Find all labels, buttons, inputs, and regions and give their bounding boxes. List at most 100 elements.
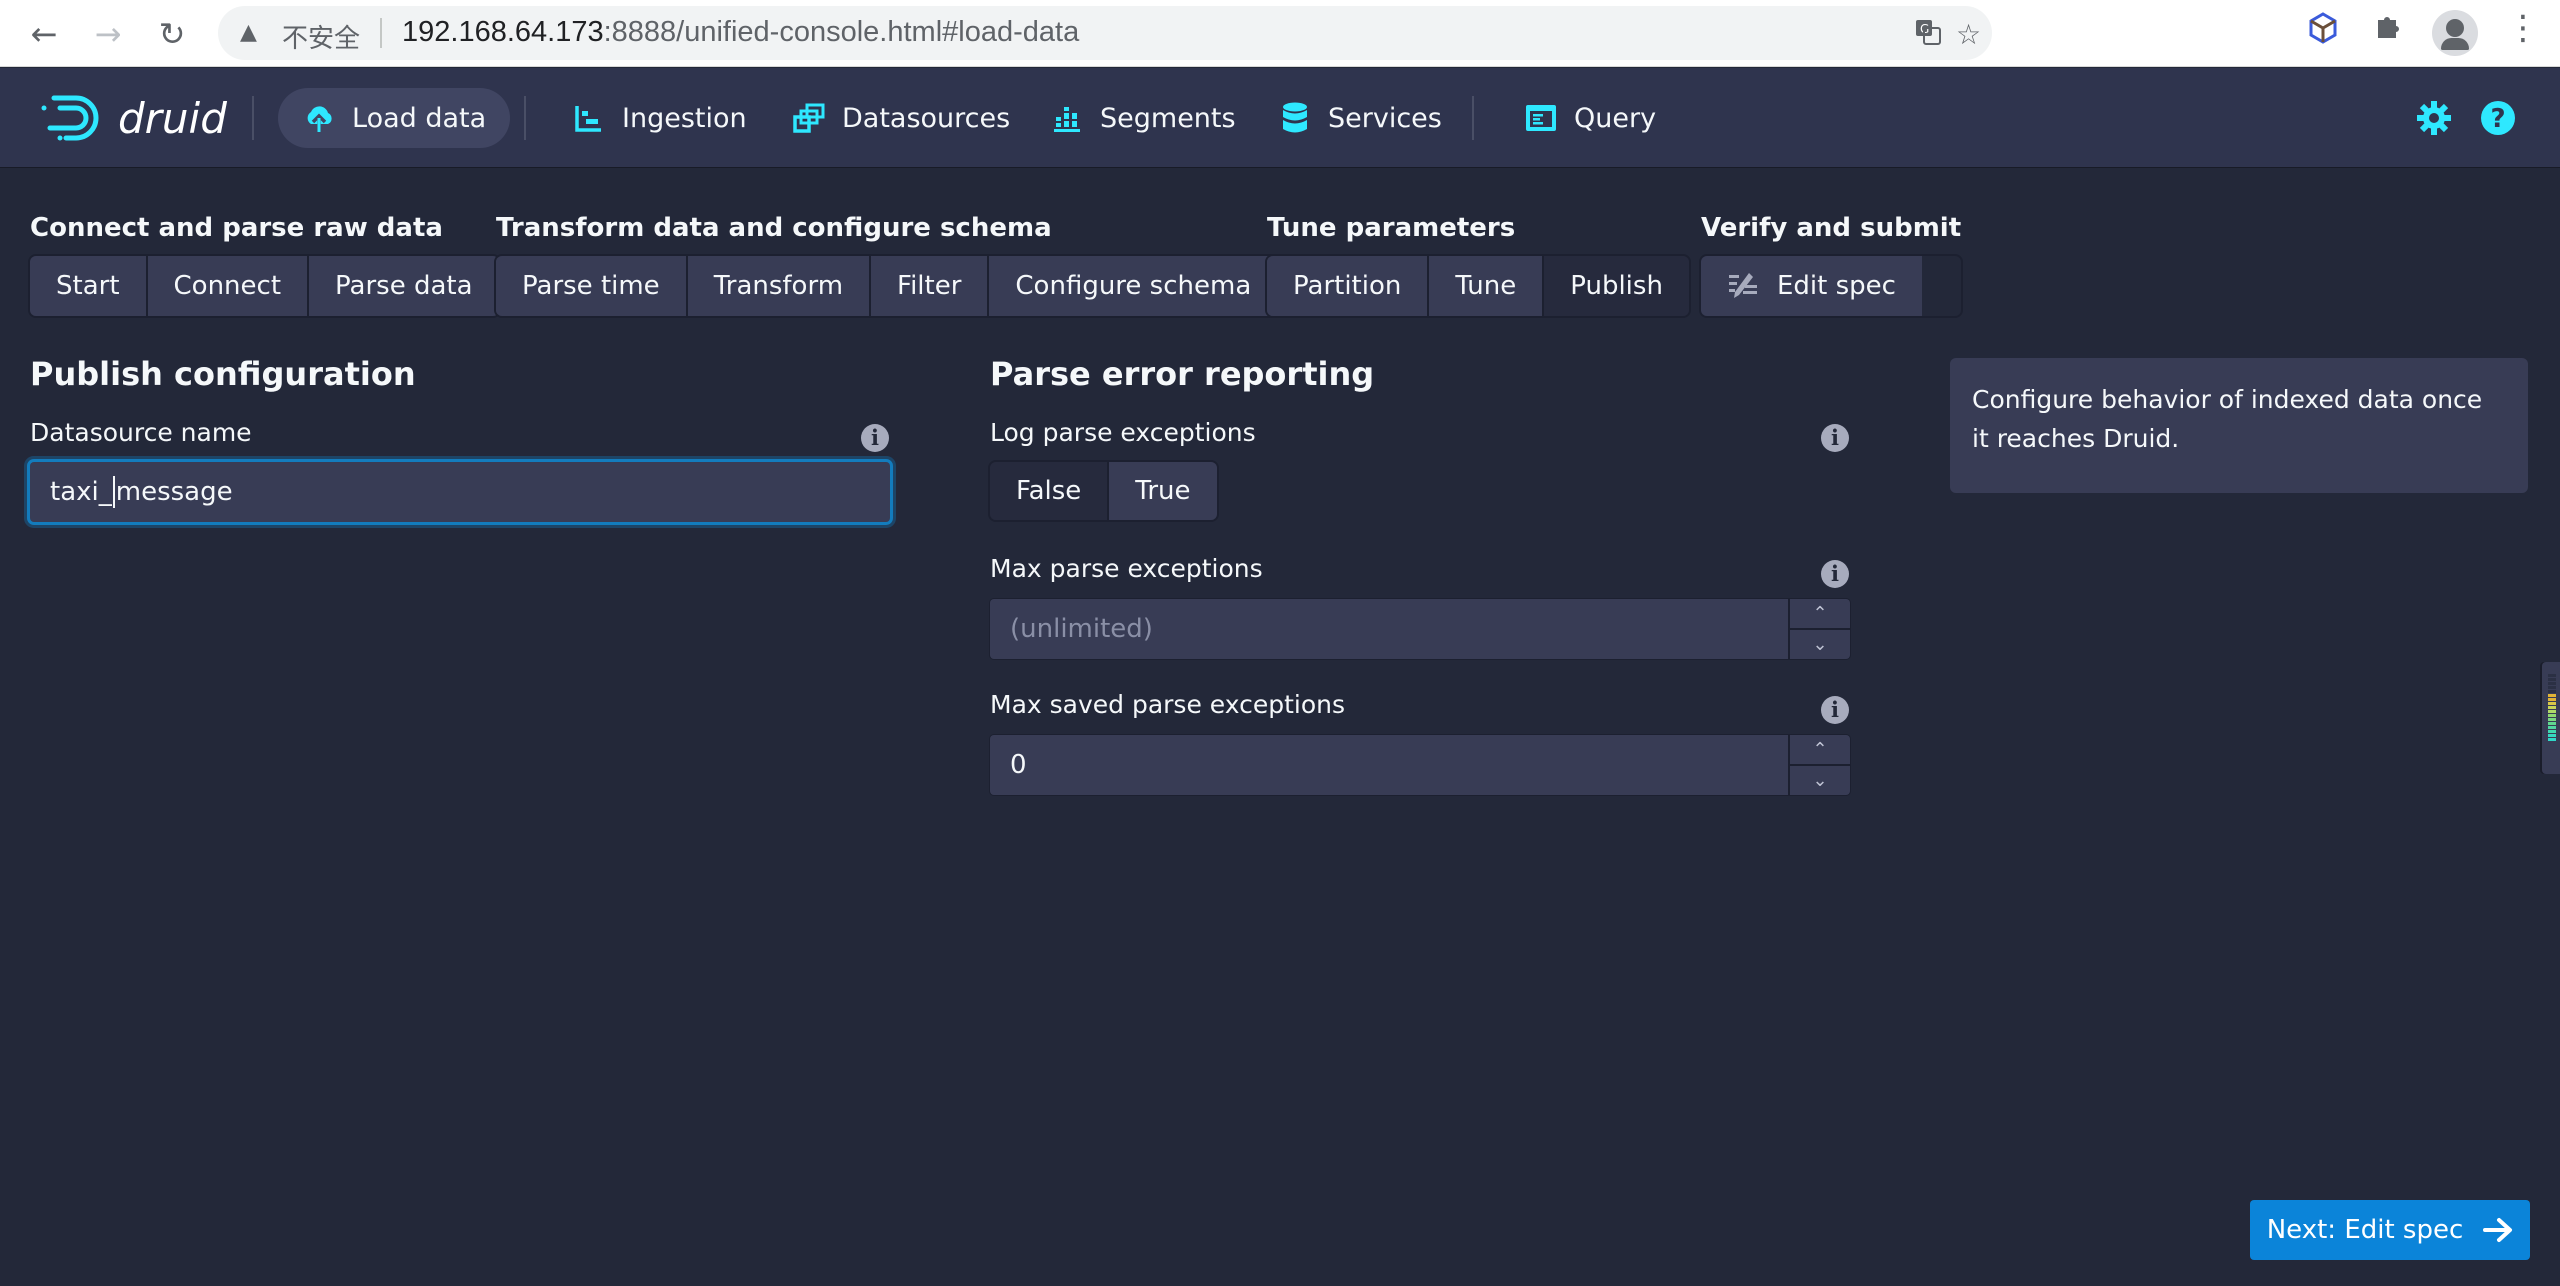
- bookmark-star-icon[interactable]: ☆: [1956, 18, 1981, 51]
- nav-ingestion[interactable]: Ingestion: [548, 88, 771, 148]
- svg-text:?: ?: [2490, 104, 2505, 134]
- step-group-verify: Verify and submit Edit spec: [1701, 210, 1961, 316]
- max-saved-parse-exceptions-field[interactable]: 0: [990, 735, 1788, 795]
- step-group-title: Connect and parse raw data: [30, 213, 443, 243]
- nav-datasources[interactable]: Datasources: [768, 88, 1034, 148]
- nav-label: Load data: [352, 102, 487, 134]
- log-parse-exceptions-label: Log parse exceptions: [990, 418, 1256, 447]
- nav-label: Segments: [1100, 102, 1236, 134]
- step-partition[interactable]: Partition: [1267, 256, 1430, 316]
- info-icon[interactable]: i: [861, 424, 889, 452]
- browser-menu-icon[interactable]: ⋮: [2506, 8, 2540, 48]
- number-stepper: ⌃ ⌄: [1788, 599, 1850, 659]
- forward-icon[interactable]: →: [88, 14, 128, 54]
- step-edit-spec[interactable]: Edit spec: [1701, 256, 1922, 316]
- top-navigation: druid Load data Ingestion Datasources Se…: [0, 68, 2560, 167]
- increment-chevron-up-icon[interactable]: ⌃: [1790, 599, 1850, 630]
- text-caret: [112, 476, 115, 508]
- datasource-name-value-suffix: message: [115, 477, 233, 507]
- step-group-tune: Tune parameters Partition Tune Publish: [1267, 210, 1689, 316]
- warning-icon[interactable]: ▲: [240, 20, 257, 45]
- reload-icon[interactable]: ↻: [152, 14, 192, 54]
- max-parse-exceptions-label: Max parse exceptions: [990, 554, 1263, 583]
- step-group-connect: Connect and parse raw data Start Connect…: [30, 210, 499, 316]
- decrement-chevron-down-icon[interactable]: ⌄: [1790, 630, 1850, 659]
- nav-label: Datasources: [842, 102, 1011, 134]
- edit-spec-icon: [1727, 271, 1759, 301]
- nav-label: Query: [1574, 102, 1657, 134]
- increment-chevron-up-icon[interactable]: ⌃: [1790, 735, 1850, 766]
- max-saved-parse-exceptions-input: 0 ⌃ ⌄: [990, 735, 1850, 795]
- info-icon[interactable]: i: [1821, 696, 1849, 724]
- max-parse-exceptions-field[interactable]: (unlimited): [990, 599, 1788, 659]
- datasource-name-label: Datasource name: [30, 418, 252, 447]
- step-parse-time[interactable]: Parse time: [496, 256, 688, 316]
- profile-avatar-icon[interactable]: [2432, 10, 2478, 56]
- step-connect[interactable]: Connect: [147, 256, 310, 316]
- step-group-transform: Transform data and configure schema Pars…: [496, 210, 1278, 316]
- back-icon[interactable]: ←: [24, 14, 64, 54]
- datasource-name-value-prefix: taxi_: [50, 477, 112, 507]
- publish-configuration-title: Publish configuration: [30, 355, 416, 393]
- parse-error-reporting-title: Parse error reporting: [990, 355, 1375, 393]
- druid-logo-text: druid: [118, 93, 227, 143]
- log-parse-true-button[interactable]: True: [1109, 462, 1217, 520]
- security-label[interactable]: 不安全: [282, 18, 360, 55]
- step-transform[interactable]: Transform: [687, 256, 872, 316]
- nav-load-data[interactable]: Load data: [278, 88, 511, 148]
- step-label: Edit spec: [1777, 271, 1896, 301]
- arrow-right-icon: [2483, 1217, 2513, 1243]
- druid-logo[interactable]: druid: [40, 92, 227, 144]
- log-parse-false-button[interactable]: False: [990, 462, 1110, 520]
- step-buttons: Parse time Transform Filter Configure sc…: [496, 256, 1278, 316]
- nav-services[interactable]: Services: [1254, 88, 1466, 148]
- nav-divider: [1472, 96, 1474, 140]
- step-start[interactable]: Start: [30, 256, 148, 316]
- next-button-label: Next: Edit spec: [2266, 1215, 2464, 1245]
- browser-toolbar: ← → ↻ ▲ 不安全 192.168.64.173:8888/unified-…: [0, 0, 2560, 67]
- info-icon[interactable]: i: [1821, 560, 1849, 588]
- step-buttons: Start Connect Parse data: [30, 256, 499, 316]
- cloud-upload-icon: [302, 101, 336, 135]
- step-buttons: Partition Tune Publish: [1267, 256, 1689, 316]
- nav-label: Ingestion: [622, 102, 747, 134]
- datasource-name-input[interactable]: taxi_ message: [30, 462, 890, 522]
- address-divider: [380, 18, 382, 48]
- step-group-title: Tune parameters: [1267, 213, 1516, 243]
- nav-label: Services: [1328, 102, 1442, 134]
- translate-icon[interactable]: G: [1914, 18, 1942, 53]
- url-host: 192.168.64.173: [402, 16, 604, 48]
- step-tune[interactable]: Tune: [1429, 256, 1545, 316]
- nav-segments[interactable]: Segments: [1026, 88, 1260, 148]
- info-panel-text: Configure behavior of indexed data once …: [1972, 385, 2483, 453]
- step-configure-schema[interactable]: Configure schema: [989, 256, 1278, 316]
- druid-logo-icon: [41, 95, 99, 141]
- decrement-chevron-down-icon[interactable]: ⌄: [1790, 766, 1850, 795]
- nav-divider: [524, 96, 526, 140]
- url-path: :8888/unified-console.html#load-data: [603, 16, 1080, 48]
- application-icon: [1524, 101, 1558, 135]
- max-saved-parse-exceptions-label: Max saved parse exceptions: [990, 690, 1345, 719]
- database-icon: [1278, 101, 1312, 135]
- log-parse-exceptions-toggle: False True: [990, 462, 1217, 520]
- step-filter[interactable]: Filter: [871, 256, 990, 316]
- gantt-chart-icon: [572, 101, 606, 135]
- number-stepper: ⌃ ⌄: [1788, 735, 1850, 795]
- nav-query[interactable]: Query: [1500, 88, 1680, 148]
- nav-divider: [252, 96, 254, 140]
- multi-select-icon: [792, 101, 826, 135]
- side-level-meter-widget[interactable]: [2542, 662, 2560, 774]
- help-icon[interactable]: ?: [2480, 100, 2516, 136]
- step-group-title: Verify and submit: [1701, 213, 1962, 243]
- step-parse-data[interactable]: Parse data: [309, 256, 499, 316]
- info-icon[interactable]: i: [1821, 424, 1849, 452]
- max-parse-exceptions-input: (unlimited) ⌃ ⌄: [990, 599, 1850, 659]
- url-text[interactable]: 192.168.64.173:8888/unified-console.html…: [402, 16, 1079, 49]
- gear-icon[interactable]: [2416, 100, 2452, 136]
- step-publish[interactable]: Publish: [1544, 256, 1689, 316]
- next-edit-spec-button[interactable]: Next: Edit spec: [2250, 1200, 2530, 1260]
- address-bar[interactable]: ▲ 不安全 192.168.64.173:8888/unified-consol…: [218, 6, 1992, 60]
- step-group-title: Transform data and configure schema: [496, 213, 1052, 243]
- extensions-puzzle-icon[interactable]: [2372, 12, 2402, 50]
- extension-cube-icon[interactable]: [2308, 12, 2338, 52]
